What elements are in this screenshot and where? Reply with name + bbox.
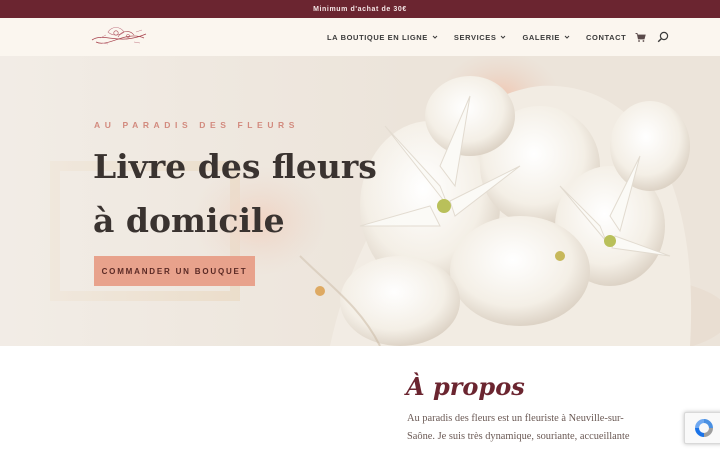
chevron-down-icon [432, 35, 438, 39]
search-icon[interactable] [657, 31, 669, 43]
nav-label: SERVICES [453, 32, 497, 42]
recaptcha-badge[interactable] [684, 412, 720, 444]
floral-wreath-logo[interactable] [88, 22, 150, 52]
shopping-cart-icon[interactable] [635, 32, 647, 43]
hero-kicker: AU PARADIS DES FLEURS [94, 120, 300, 130]
announcement-text: Minimum d'achat de 30€ [313, 5, 407, 13]
nav-item-boutique[interactable]: LA BOUTIQUE EN LIGNE [327, 33, 439, 42]
recaptcha-icon [695, 419, 713, 437]
nav-label: GALERIE [522, 32, 561, 42]
about-title: À propos [406, 372, 525, 401]
hero-title: Livre des fleurs à domicile [93, 147, 377, 240]
hero-banner: AU PARADIS DES FLEURS Livre des fleurs à… [0, 56, 720, 346]
nav-label: LA BOUTIQUE EN LIGNE [327, 32, 428, 42]
main-nav: LA BOUTIQUE EN LIGNE SERVICES GALERIE CO… [327, 18, 669, 56]
order-bouquet-button[interactable]: COMMANDER UN BOUQUET [94, 256, 255, 286]
chevron-down-icon [501, 35, 506, 39]
site-header: LA BOUTIQUE EN LIGNE SERVICES GALERIE CO… [0, 18, 720, 56]
announcement-bar: Minimum d'achat de 30€ [0, 0, 720, 18]
chevron-down-icon [564, 35, 570, 39]
about-text: Au paradis des fleurs est un fleuriste à… [407, 413, 630, 450]
nav-item-services[interactable]: SERVICES [454, 33, 508, 42]
nav-item-contact[interactable]: CONTACT [586, 33, 626, 42]
nav-label: CONTACT [586, 32, 627, 42]
nav-item-galerie[interactable]: GALERIE [522, 33, 571, 42]
